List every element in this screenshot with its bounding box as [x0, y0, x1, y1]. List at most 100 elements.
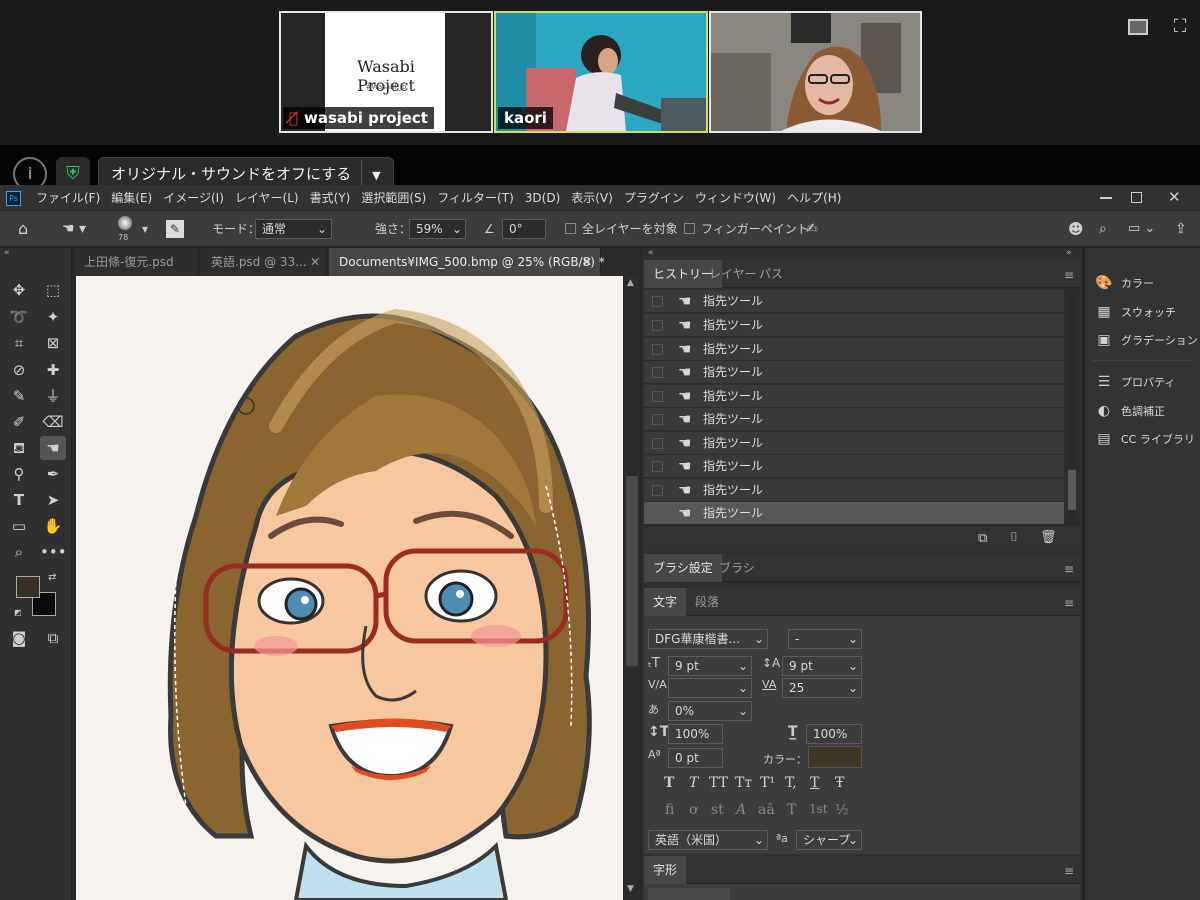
fullscreen-icon[interactable]: ⛶	[1170, 17, 1190, 37]
snapshot-camera-icon[interactable]: ⌷	[1010, 530, 1018, 545]
swap-colors-icon[interactable]: ⇄	[48, 572, 56, 583]
titling-alt-button[interactable]: T	[787, 802, 796, 818]
search-icon[interactable]: ⌕	[1099, 219, 1107, 239]
panel-menu-icon[interactable]: ≡	[1064, 596, 1074, 610]
leading-input[interactable]: 9 pt ⌄	[782, 656, 862, 676]
history-item[interactable]: ☚ 指先ツール	[644, 338, 1064, 361]
strikethrough-button[interactable]: Ŧ	[835, 775, 844, 791]
panel-menu-icon[interactable]: ≡	[1064, 268, 1074, 282]
menu-layer[interactable]: レイヤー(L)	[235, 185, 299, 211]
close-tab-icon[interactable]: ✕	[310, 248, 320, 276]
history-checkbox[interactable]	[652, 414, 663, 425]
stylistic-alt-button[interactable]: aā	[758, 802, 775, 818]
history-item[interactable]: ☚ 指先ツール	[644, 408, 1064, 431]
tab-paragraph[interactable]: 段落	[686, 588, 728, 616]
doc-tab-3[interactable]: Documents¥IMG_500.bmp @ 25% (RGB/8) * ✕	[329, 248, 605, 276]
participant-tile-wasabi[interactable]: Wasabi Project #Wasabi_jp 🎙̸ wasabi proje…	[279, 11, 493, 133]
pressure-icon[interactable]: ✍	[806, 219, 818, 239]
font-size-input[interactable]: 9 pt ⌄	[668, 656, 752, 676]
scroll-up-icon[interactable]: ▲	[627, 278, 634, 288]
angle-input[interactable]: 0°	[502, 219, 546, 239]
hand-tool-icon[interactable]: ✋	[40, 514, 66, 538]
scroll-down-icon[interactable]: ▼	[627, 884, 634, 894]
panel-properties[interactable]: ☰ プロパティ	[1095, 370, 1176, 394]
brush-tool-icon[interactable]: ✎	[6, 384, 32, 408]
faux-bold-button[interactable]: T	[664, 775, 674, 791]
participant-tile-host[interactable]	[709, 11, 922, 133]
glyph-font-field[interactable]	[648, 888, 730, 900]
menu-3d[interactable]: 3D(D)	[525, 185, 560, 211]
history-checkbox[interactable]	[652, 296, 663, 307]
workspace-icon[interactable]: ▭ ⌄	[1128, 219, 1155, 239]
panel-swatches[interactable]: ▦ スウォッチ	[1095, 300, 1176, 324]
history-checkbox[interactable]	[652, 461, 663, 472]
smudge-preset-icon[interactable]: ☚ ▾	[62, 219, 86, 239]
pen-tool-icon[interactable]: ✒	[40, 462, 66, 486]
close-tab-icon[interactable]: ✕	[582, 248, 592, 276]
tsume-input[interactable]: 0% ⌄	[668, 701, 752, 721]
canvas-vertical-scrollbar[interactable]: ▲ ▼	[624, 276, 640, 900]
panel-color[interactable]: 🎨 カラー	[1095, 271, 1154, 295]
history-item[interactable]: ☚ 指先ツール	[644, 455, 1064, 478]
brush-preview-icon[interactable]	[118, 216, 132, 230]
subscript-button[interactable]: T,	[785, 775, 797, 791]
menu-file[interactable]: ファイル(F)	[36, 185, 100, 211]
all-caps-button[interactable]: TT	[709, 775, 728, 791]
frame-tool-icon[interactable]: ⊠	[40, 331, 66, 355]
brush-dropdown-icon[interactable]: ▾	[142, 219, 148, 239]
move-tool-icon[interactable]: ✥	[6, 278, 32, 302]
text-color-swatch[interactable]	[808, 746, 862, 768]
new-document-from-state-icon[interactable]: ⧉	[978, 531, 987, 546]
smudge-tool-icon[interactable]: ☚	[40, 436, 66, 460]
panel-menu-icon[interactable]: ≡	[1064, 562, 1074, 576]
lasso-tool-icon[interactable]: ➰	[6, 305, 32, 329]
antialias-select[interactable]: シャープ ⌄	[796, 830, 862, 850]
history-item-selected[interactable]: ☚ 指先ツール	[644, 502, 1064, 525]
collapse-icon[interactable]: «	[4, 248, 10, 258]
horizontal-scale-input[interactable]: 100%	[806, 724, 862, 744]
document-canvas[interactable]	[76, 276, 623, 900]
dodge-tool-icon[interactable]: ⚲	[6, 462, 32, 486]
discretionary-ligature-button[interactable]: st	[711, 802, 724, 818]
eraser-icon[interactable]: ⌫	[40, 410, 66, 434]
history-item[interactable]: ☚ 指先ツール	[644, 290, 1064, 313]
account-icon[interactable]: ☻	[1068, 219, 1084, 239]
expand-right-icon[interactable]: »	[1066, 248, 1072, 258]
doc-tab-2[interactable]: 英語.psd @ 33... ✕	[201, 248, 327, 276]
close-icon[interactable]: ✕	[1168, 188, 1181, 206]
history-brush-icon[interactable]: ✐	[6, 410, 32, 434]
tab-brushes[interactable]: ブラシ	[710, 554, 764, 582]
participant-tile-kaori[interactable]: kaori	[494, 11, 708, 133]
panel-menu-icon[interactable]: ≡	[1064, 864, 1074, 878]
superscript-button[interactable]: T¹	[760, 775, 775, 791]
history-item[interactable]: ☚ 指先ツール	[644, 385, 1064, 408]
crop-tool-icon[interactable]: ⌗	[6, 331, 32, 355]
ordinals-button[interactable]: 1st	[809, 802, 828, 816]
history-item[interactable]: ☚ 指先ツール	[644, 432, 1064, 455]
scroll-thumb[interactable]	[1068, 470, 1076, 510]
menu-help[interactable]: ヘルプ(H)	[787, 185, 841, 211]
history-item[interactable]: ☚ 指先ツール	[644, 361, 1064, 384]
ps-app-icon[interactable]: Ps	[6, 191, 21, 206]
quick-mask-icon[interactable]: ◙	[6, 626, 32, 650]
history-checkbox[interactable]	[652, 485, 663, 496]
history-checkbox[interactable]	[652, 508, 663, 519]
menu-select[interactable]: 選択範囲(S)	[361, 185, 426, 211]
tab-glyphs[interactable]: 字形	[644, 856, 687, 884]
screen-mode-icon[interactable]: ⧉	[40, 626, 66, 650]
home-icon[interactable]: ⌂	[18, 219, 28, 239]
minimize-icon[interactable]	[1100, 197, 1112, 199]
history-checkbox[interactable]	[652, 367, 663, 378]
finger-paint-checkbox[interactable]: フィンガーペイント	[684, 219, 809, 239]
type-tool-icon[interactable]: T	[6, 488, 32, 512]
panel-gradients[interactable]: ▣ グラデーション	[1095, 328, 1197, 352]
history-checkbox[interactable]	[652, 438, 663, 449]
default-colors-icon[interactable]: ◩	[14, 608, 22, 617]
menu-view[interactable]: 表示(V)	[571, 185, 613, 211]
tab-character[interactable]: 文字	[644, 588, 687, 616]
menu-filter[interactable]: フィルター(T)	[437, 185, 513, 211]
history-checkbox[interactable]	[652, 320, 663, 331]
healing-brush-icon[interactable]: ✚	[40, 358, 66, 382]
path-select-icon[interactable]: ➤	[40, 488, 66, 512]
history-item[interactable]: ☚ 指先ツール	[644, 479, 1064, 502]
